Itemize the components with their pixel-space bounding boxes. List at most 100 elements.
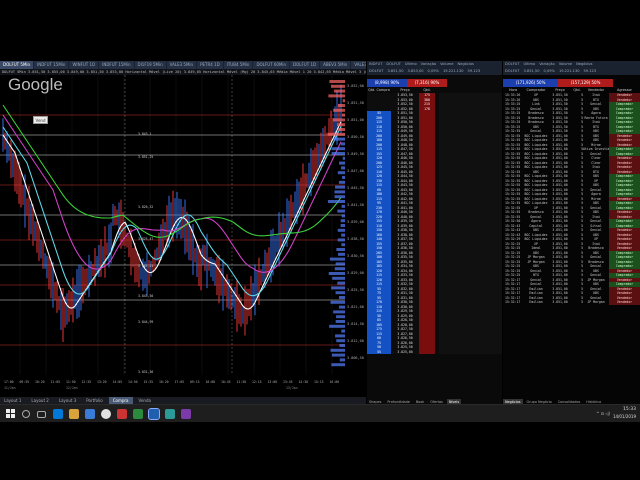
book-tab-label[interactable]: Último <box>403 61 419 68</box>
volume-profile-bar <box>342 99 345 103</box>
volume-profile-bar <box>336 315 345 319</box>
volume-profile-bar <box>340 224 345 227</box>
chart-tab[interactable]: DOLFUT 5Min <box>0 61 34 69</box>
chart-layout-tab[interactable]: Compra <box>108 397 133 404</box>
book-tab-value: 3.853,00 <box>407 69 424 73</box>
price-axis-label: 3.830,50 <box>347 254 364 258</box>
volume-profile-bar <box>341 214 345 218</box>
chart-level-label: 3.831,36 <box>138 370 153 374</box>
sell-button[interactable]: Vend <box>33 116 48 124</box>
chart-layout-tab[interactable]: Portfolio <box>82 397 106 404</box>
book-tab-label[interactable]: DOLFUT <box>384 61 403 68</box>
trades-rows[interactable]: 15:33:26 XP 3.851,50 5 Itaú Vendedor 15:33:26 U… <box>503 93 640 399</box>
volume-profile-bar <box>338 180 345 184</box>
chart-tab[interactable]: VALE3 5Min <box>166 61 197 69</box>
volume-profile-bar <box>329 324 345 328</box>
trades-tab-value: 19.221.130 <box>558 69 580 73</box>
trades-tab-label[interactable]: Negócios <box>574 61 594 68</box>
app-icon-2[interactable] <box>133 409 143 419</box>
trades-tab-label[interactable]: DOLFUT <box>503 61 522 68</box>
chart-tab-strip: DOLFUT 5Min INDFUT 15Min WINFUT 1D INDFUT 1… <box>0 61 366 69</box>
price-chart[interactable]: 3.852,00 3.851,50 3.851,00 3.850,50 3.849,50… <box>0 75 366 393</box>
app-icon-4[interactable] <box>181 409 191 419</box>
chart-layout-tabs: Layout 1 Layout 2 Layout 3 Portfolio Compra V… <box>0 397 366 404</box>
file-explorer-icon[interactable] <box>69 409 79 419</box>
book-tab-label[interactable]: Negócios <box>455 61 475 68</box>
book-levels <box>439 349 502 354</box>
time-axis-label: 14:05 <box>113 380 123 384</box>
chart-layout-tab[interactable]: Layout 2 <box>27 397 52 404</box>
time-axis-label: 11:05 <box>51 380 61 384</box>
store-icon[interactable] <box>85 409 95 419</box>
trades-buy-percent: (171,926) 50% <box>503 79 558 87</box>
chart-tab[interactable]: ITUB4 5Min <box>223 61 253 69</box>
trade-seller: JP Morgan <box>587 300 605 304</box>
book-row[interactable]: 55 3.825,00 <box>367 349 502 354</box>
volume-profile-bar <box>335 291 345 295</box>
trades-tab-value: DOLFUT <box>505 69 520 73</box>
time-axis-label: 13:00 <box>268 380 278 384</box>
volume-profile-bar <box>330 84 345 88</box>
volume-profile-bar <box>331 152 345 155</box>
volume-profile-bar <box>329 80 345 83</box>
edge-icon[interactable] <box>53 409 63 419</box>
trades-tab-label[interactable]: Último <box>522 61 538 68</box>
volume-profile-bar <box>339 358 345 362</box>
volume-profile-bar <box>329 257 345 261</box>
app-icon-3[interactable] <box>165 409 175 419</box>
book-header-tabs: INDFUT DOLFUT Último Variação Volume Negócios… <box>367 61 502 75</box>
volume-profile-bar <box>340 142 345 146</box>
price-axis-label: 3.851,00 <box>347 118 364 122</box>
trade-row[interactable]: 15:32:17 Emilian 3.851,00 5 JP Morgan Vendedo… <box>503 300 640 305</box>
chart-layout-tab[interactable]: Venda <box>135 397 155 404</box>
book-tab-label[interactable]: Volume <box>438 61 455 68</box>
windows-start-icon[interactable] <box>6 409 16 419</box>
trades-tab-label[interactable]: Volume <box>557 61 574 68</box>
volume-profile-bar <box>334 267 345 271</box>
volume-profile-bar <box>333 108 345 112</box>
time-axis-label: 09:35 <box>20 380 30 384</box>
chart-tab[interactable]: DOLFUT 60Min <box>253 61 290 69</box>
volume-profile-bar <box>342 176 345 179</box>
task-view-icon[interactable] <box>37 411 46 418</box>
trading-app-icon[interactable] <box>148 408 160 420</box>
volume-profile-bar <box>339 161 345 165</box>
clock-date[interactable]: 14/01/2019 <box>613 414 636 419</box>
chart-tab[interactable]: DI1F19 5Min <box>134 61 166 69</box>
book-tab-label[interactable]: INDFUT <box>367 61 384 68</box>
volume-profile-bar <box>339 344 345 347</box>
trade-price: 3.851,00 <box>552 300 568 304</box>
chart-tab[interactable]: INDFUT 15Min <box>99 61 134 69</box>
book-sell-qty <box>419 349 435 354</box>
trade-qty: 5 <box>581 300 583 304</box>
chart-layout-tab[interactable]: Layout 1 <box>0 397 25 404</box>
search-icon[interactable] <box>22 410 30 418</box>
chrome-icon[interactable] <box>101 409 111 419</box>
system-tray[interactable]: ^ ⊡ ◁) <box>596 411 610 416</box>
chart-tab[interactable]: ABEV3 5Min <box>320 61 351 69</box>
trades-tab-label[interactable]: Variação <box>537 61 556 68</box>
moving-average-green <box>2 104 342 238</box>
volume-profile-bar <box>338 296 345 299</box>
volume-profile-bar <box>327 132 345 136</box>
chart-tab[interactable]: WINFUT 1D <box>69 61 99 69</box>
trades-sell-percent: (157,129) 50% <box>558 79 613 87</box>
chart-tab[interactable]: PETR4 1D <box>197 61 223 69</box>
chart-layout-tab[interactable]: Layout 3 <box>55 397 80 404</box>
chart-level-label: 3.826,32 <box>138 205 153 209</box>
book-tab-value: 0,09% <box>427 69 439 73</box>
app-icon-1[interactable] <box>117 409 127 419</box>
chart-tab[interactable]: DOLFUT 1D <box>290 61 320 69</box>
chart-tab[interactable]: VALE3 1D <box>351 61 366 69</box>
book-pct-bar: (8,998) 90% (7,316) 90% <box>367 79 502 87</box>
book-tab-value: 59.123 <box>467 69 481 73</box>
chart-tab[interactable]: INDFUT 15Min <box>34 61 69 69</box>
book-rows[interactable]: 3.853,50 175 3.853,00 380 3.852,50 215 3.852,0… <box>367 93 502 403</box>
volume-profile-bar <box>337 228 345 232</box>
chart-canvas[interactable]: 3.852,00 3.851,50 3.851,00 3.850,50 3.849,50… <box>0 75 366 393</box>
clock-time[interactable]: 15:33 <box>623 407 636 412</box>
book-tab-label[interactable]: Variação <box>419 61 438 68</box>
price-axis-label: 3.812,00 <box>347 339 364 343</box>
date-axis-label: 12/Jan <box>66 386 78 390</box>
trade-buyer: Emilian <box>529 300 543 304</box>
